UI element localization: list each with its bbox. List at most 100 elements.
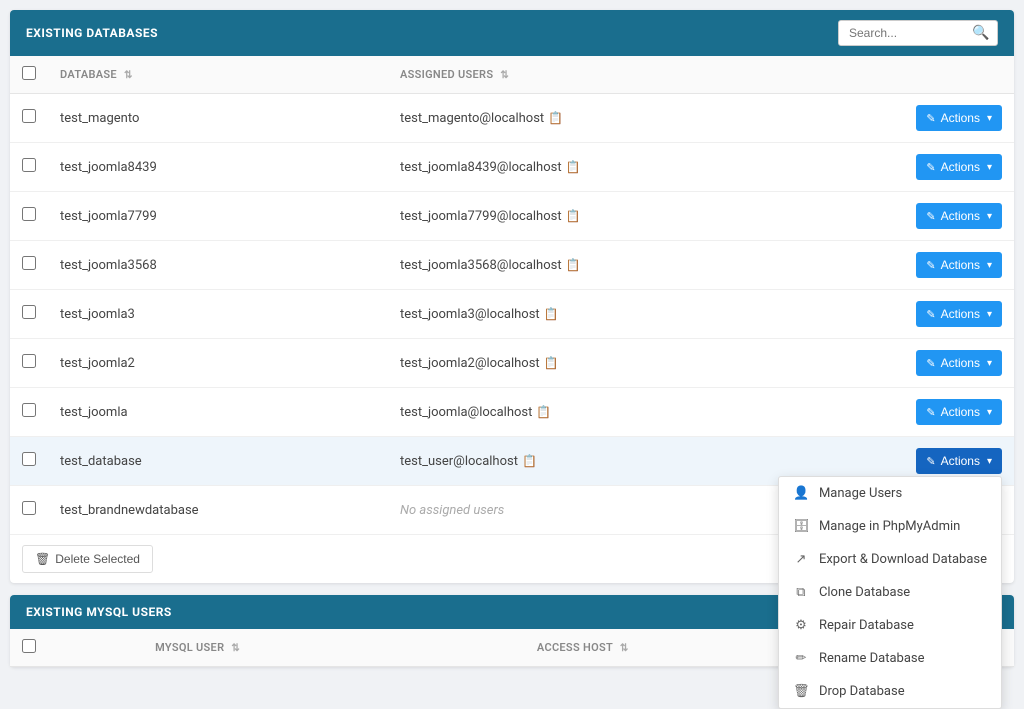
row-checkbox[interactable]: [22, 109, 36, 123]
mysql-user-sort-icon[interactable]: ⇅: [231, 643, 240, 654]
assigned-users-sort-icon[interactable]: ⇅: [500, 70, 509, 81]
assigned-user: test_magento@localhost📋: [388, 94, 904, 143]
row-checkbox[interactable]: [22, 354, 36, 368]
mysql-header-user: MYSQL USER ⇅: [143, 629, 525, 667]
edit-icon: ✎: [926, 210, 935, 223]
actions-button[interactable]: ✎ Actions ▾: [916, 301, 1002, 327]
actions-cell: ✎ Actions ▾: [904, 290, 1014, 339]
export-download-label: Export & Download Database: [819, 552, 987, 567]
copy-icon[interactable]: 📋: [566, 160, 581, 174]
mysql-header-checkbox-col: [10, 629, 143, 667]
edit-icon: ✎: [926, 455, 935, 468]
row-checkbox[interactable]: [22, 501, 36, 515]
manage-phpmyadmin-label: Manage in PhpMyAdmin: [819, 519, 960, 534]
actions-button[interactable]: ✎ Actions ▾: [916, 105, 1002, 131]
chevron-down-icon: ▾: [987, 407, 992, 418]
table-row: test_joomla3568test_joomla3568@localhost…: [10, 241, 1014, 290]
dropdown-item-drop-database[interactable]: 🗑Drop Database: [779, 675, 1001, 708]
actions-button[interactable]: ✎ Actions ▾: [916, 154, 1002, 180]
table-row: test_joomlatest_joomla@localhost📋✎ Actio…: [10, 388, 1014, 437]
dropdown-item-repair-database[interactable]: ⚙Repair Database: [779, 609, 1001, 642]
drop-database-icon: 🗑: [793, 684, 809, 699]
actions-cell: ✎ Actions ▾: [904, 339, 1014, 388]
actions-cell: ✎ Actions ▾: [904, 192, 1014, 241]
actions-cell: ✎ Actions ▾: [904, 388, 1014, 437]
chevron-down-icon: ▾: [987, 113, 992, 124]
assigned-user: test_joomla2@localhost📋: [388, 339, 904, 388]
chevron-down-icon: ▾: [987, 211, 992, 222]
dropdown-item-rename-database[interactable]: ✏Rename Database: [779, 642, 1001, 675]
header-assigned-users: ASSIGNED USERS ⇅: [388, 56, 904, 94]
row-checkbox[interactable]: [22, 452, 36, 466]
dropdown-item-manage-users[interactable]: 👤 Manage Users: [779, 477, 1001, 510]
manage-users-label: Manage Users: [819, 486, 902, 501]
assigned-user: test_joomla3@localhost📋: [388, 290, 904, 339]
existing-databases-card: EXISTING DATABASES 🔍 DATABASE ⇅ ASSIG: [10, 10, 1014, 583]
databases-table: DATABASE ⇅ ASSIGNED USERS ⇅ test_magento…: [10, 56, 1014, 535]
row-checkbox[interactable]: [22, 256, 36, 270]
mysql-select-all-checkbox[interactable]: [22, 639, 36, 653]
row-checkbox[interactable]: [22, 305, 36, 319]
copy-icon[interactable]: 📋: [548, 111, 563, 125]
table-row: test_joomla8439test_joomla8439@localhost…: [10, 143, 1014, 192]
export-download-icon: ↗: [793, 552, 809, 567]
header-database: DATABASE ⇅: [48, 56, 388, 94]
chevron-down-icon: ▾: [987, 309, 992, 320]
access-host-sort-icon[interactable]: ⇅: [620, 643, 629, 654]
actions-button[interactable]: ✎ Actions ▾: [916, 399, 1002, 425]
actions-button[interactable]: ✎ Actions ▾: [916, 252, 1002, 278]
table-row: test_databasetest_user@localhost📋✎ Actio…: [10, 437, 1014, 486]
database-name: test_joomla2: [48, 339, 388, 388]
copy-icon[interactable]: 📋: [544, 356, 559, 370]
database-name: test_joomla3568: [48, 241, 388, 290]
dropdown-item-export-download[interactable]: ↗ Export & Download Database: [779, 543, 1001, 576]
header-checkbox-col: [10, 56, 48, 94]
assigned-user: test_joomla3568@localhost📋: [388, 241, 904, 290]
no-users-label: No assigned users: [400, 503, 504, 518]
actions-button[interactable]: ✎ Actions ▾: [916, 448, 1002, 474]
copy-icon[interactable]: 📋: [544, 307, 559, 321]
actions-wrapper: ✎ Actions ▾: [916, 399, 1002, 425]
trash-icon: 🗑: [35, 552, 50, 566]
delete-selected-button[interactable]: 🗑 Delete Selected: [22, 545, 153, 573]
search-icon: 🔍: [972, 25, 990, 41]
select-all-checkbox[interactable]: [22, 66, 36, 80]
actions-wrapper: ✎ Actions ▾: [916, 252, 1002, 278]
manage-phpmyadmin-icon: 🗄: [793, 519, 809, 534]
dropdown-item-clone-database[interactable]: ⧉Clone Database: [779, 576, 1001, 609]
actions-cell: ✎ Actions ▾: [904, 241, 1014, 290]
database-sort-icon[interactable]: ⇅: [124, 70, 133, 81]
database-name: test_joomla3: [48, 290, 388, 339]
database-name: test_brandnewdatabase: [48, 486, 388, 535]
assigned-user: test_joomla8439@localhost📋: [388, 143, 904, 192]
edit-icon: ✎: [926, 406, 935, 419]
actions-wrapper: ✎ Actions ▾: [916, 154, 1002, 180]
actions-wrapper: ✎ Actions ▾: [916, 301, 1002, 327]
actions-wrapper: ✎ Actions ▾: [916, 350, 1002, 376]
actions-wrapper: ✎ Actions ▾: [916, 105, 1002, 131]
table-row: test_joomla7799test_joomla7799@localhost…: [10, 192, 1014, 241]
search-box: 🔍: [838, 20, 998, 46]
copy-icon[interactable]: 📋: [566, 209, 581, 223]
actions-button[interactable]: ✎ Actions ▾: [916, 350, 1002, 376]
copy-icon[interactable]: 📋: [566, 258, 581, 272]
row-checkbox[interactable]: [22, 207, 36, 221]
row-checkbox[interactable]: [22, 403, 36, 417]
manage-users-icon: 👤: [793, 486, 809, 501]
copy-icon[interactable]: 📋: [522, 454, 537, 468]
header-actions: [904, 56, 1014, 94]
row-checkbox[interactable]: [22, 158, 36, 172]
dropdown-item-manage-phpmyadmin[interactable]: 🗄 Manage in PhpMyAdmin: [779, 510, 1001, 543]
assigned-user: test_joomla@localhost📋: [388, 388, 904, 437]
actions-wrapper: ✎ Actions ▾: [916, 203, 1002, 229]
databases-tbody: test_magentotest_magento@localhost📋 ✎ Act…: [10, 94, 1014, 535]
edit-icon: ✎: [926, 161, 935, 174]
databases-card-header: EXISTING DATABASES 🔍: [10, 10, 1014, 56]
table-row: test_magentotest_magento@localhost📋 ✎ Act…: [10, 94, 1014, 143]
edit-icon: ✎: [926, 357, 935, 370]
actions-button[interactable]: ✎ Actions ▾: [916, 203, 1002, 229]
edit-icon: ✎: [926, 112, 935, 125]
actions-cell: ✎ Actions ▾: [904, 143, 1014, 192]
copy-icon[interactable]: 📋: [536, 405, 551, 419]
database-name: test_magento: [48, 94, 388, 143]
